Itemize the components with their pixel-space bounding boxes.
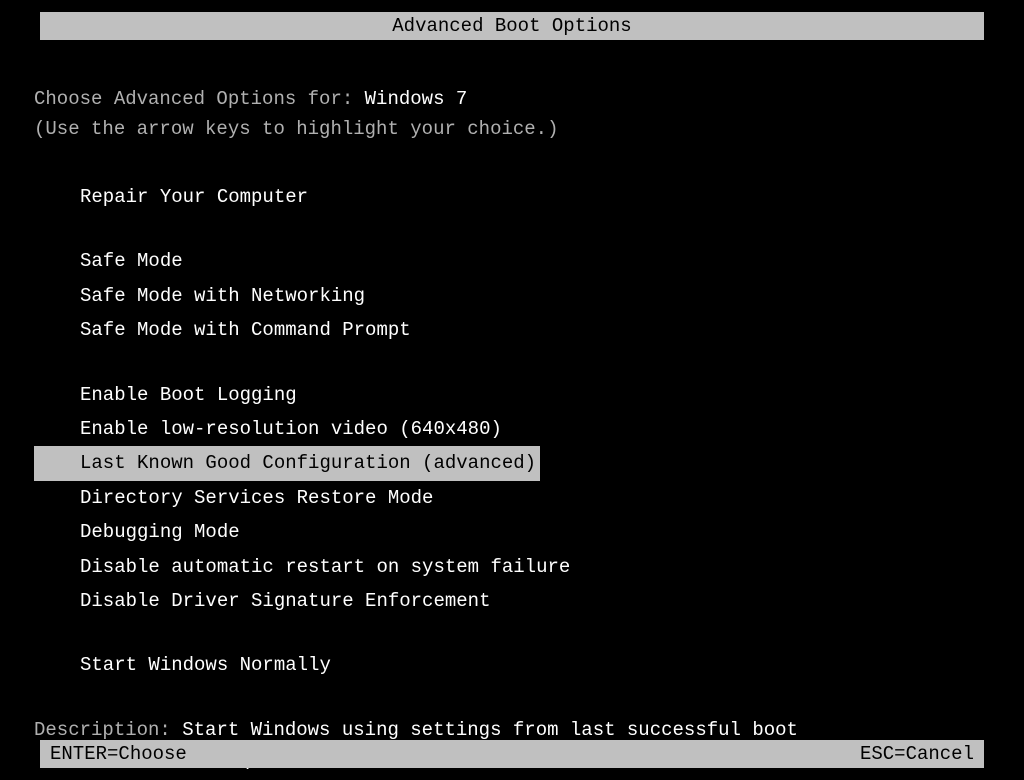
menu-group: Start Windows Normally <box>34 648 990 682</box>
page-title: Advanced Boot Options <box>392 15 631 37</box>
menu-group: Repair Your Computer <box>34 180 990 214</box>
menu-item[interactable]: Debugging Mode <box>34 515 990 549</box>
prompt-prefix: Choose Advanced Options for: <box>34 88 365 110</box>
os-name: Windows 7 <box>365 88 468 110</box>
menu-group: Enable Boot LoggingEnable low-resolution… <box>34 378 990 619</box>
description-label: Description: <box>34 719 182 741</box>
menu-item[interactable]: Repair Your Computer <box>34 180 990 214</box>
boot-menu[interactable]: Repair Your ComputerSafe ModeSafe Mode w… <box>34 180 990 683</box>
hint-line: (Use the arrow keys to highlight your ch… <box>34 118 990 140</box>
menu-item[interactable]: Enable low-resolution video (640x480) <box>34 412 990 446</box>
menu-item[interactable]: Disable Driver Signature Enforcement <box>34 584 990 618</box>
menu-item[interactable]: Safe Mode <box>34 244 990 278</box>
menu-item[interactable]: Start Windows Normally <box>34 648 990 682</box>
footer-esc: ESC=Cancel <box>860 743 974 765</box>
menu-group: Safe ModeSafe Mode with NetworkingSafe M… <box>34 244 990 347</box>
menu-item[interactable]: Safe Mode with Command Prompt <box>34 313 990 347</box>
menu-item[interactable]: Last Known Good Configuration (advanced) <box>34 446 540 480</box>
footer-enter: ENTER=Choose <box>50 743 187 765</box>
title-bar: Advanced Boot Options <box>40 12 984 40</box>
footer-bar: ENTER=Choose ESC=Cancel <box>40 740 984 768</box>
description-text-1: Start Windows using settings from last s… <box>182 719 798 741</box>
menu-item[interactable]: Safe Mode with Networking <box>34 279 990 313</box>
menu-item[interactable]: Enable Boot Logging <box>34 378 990 412</box>
menu-item[interactable]: Directory Services Restore Mode <box>34 481 990 515</box>
content-area: Choose Advanced Options for: Windows 7 (… <box>0 88 1024 771</box>
menu-item[interactable]: Disable automatic restart on system fail… <box>34 550 990 584</box>
prompt-line: Choose Advanced Options for: Windows 7 <box>34 88 990 110</box>
